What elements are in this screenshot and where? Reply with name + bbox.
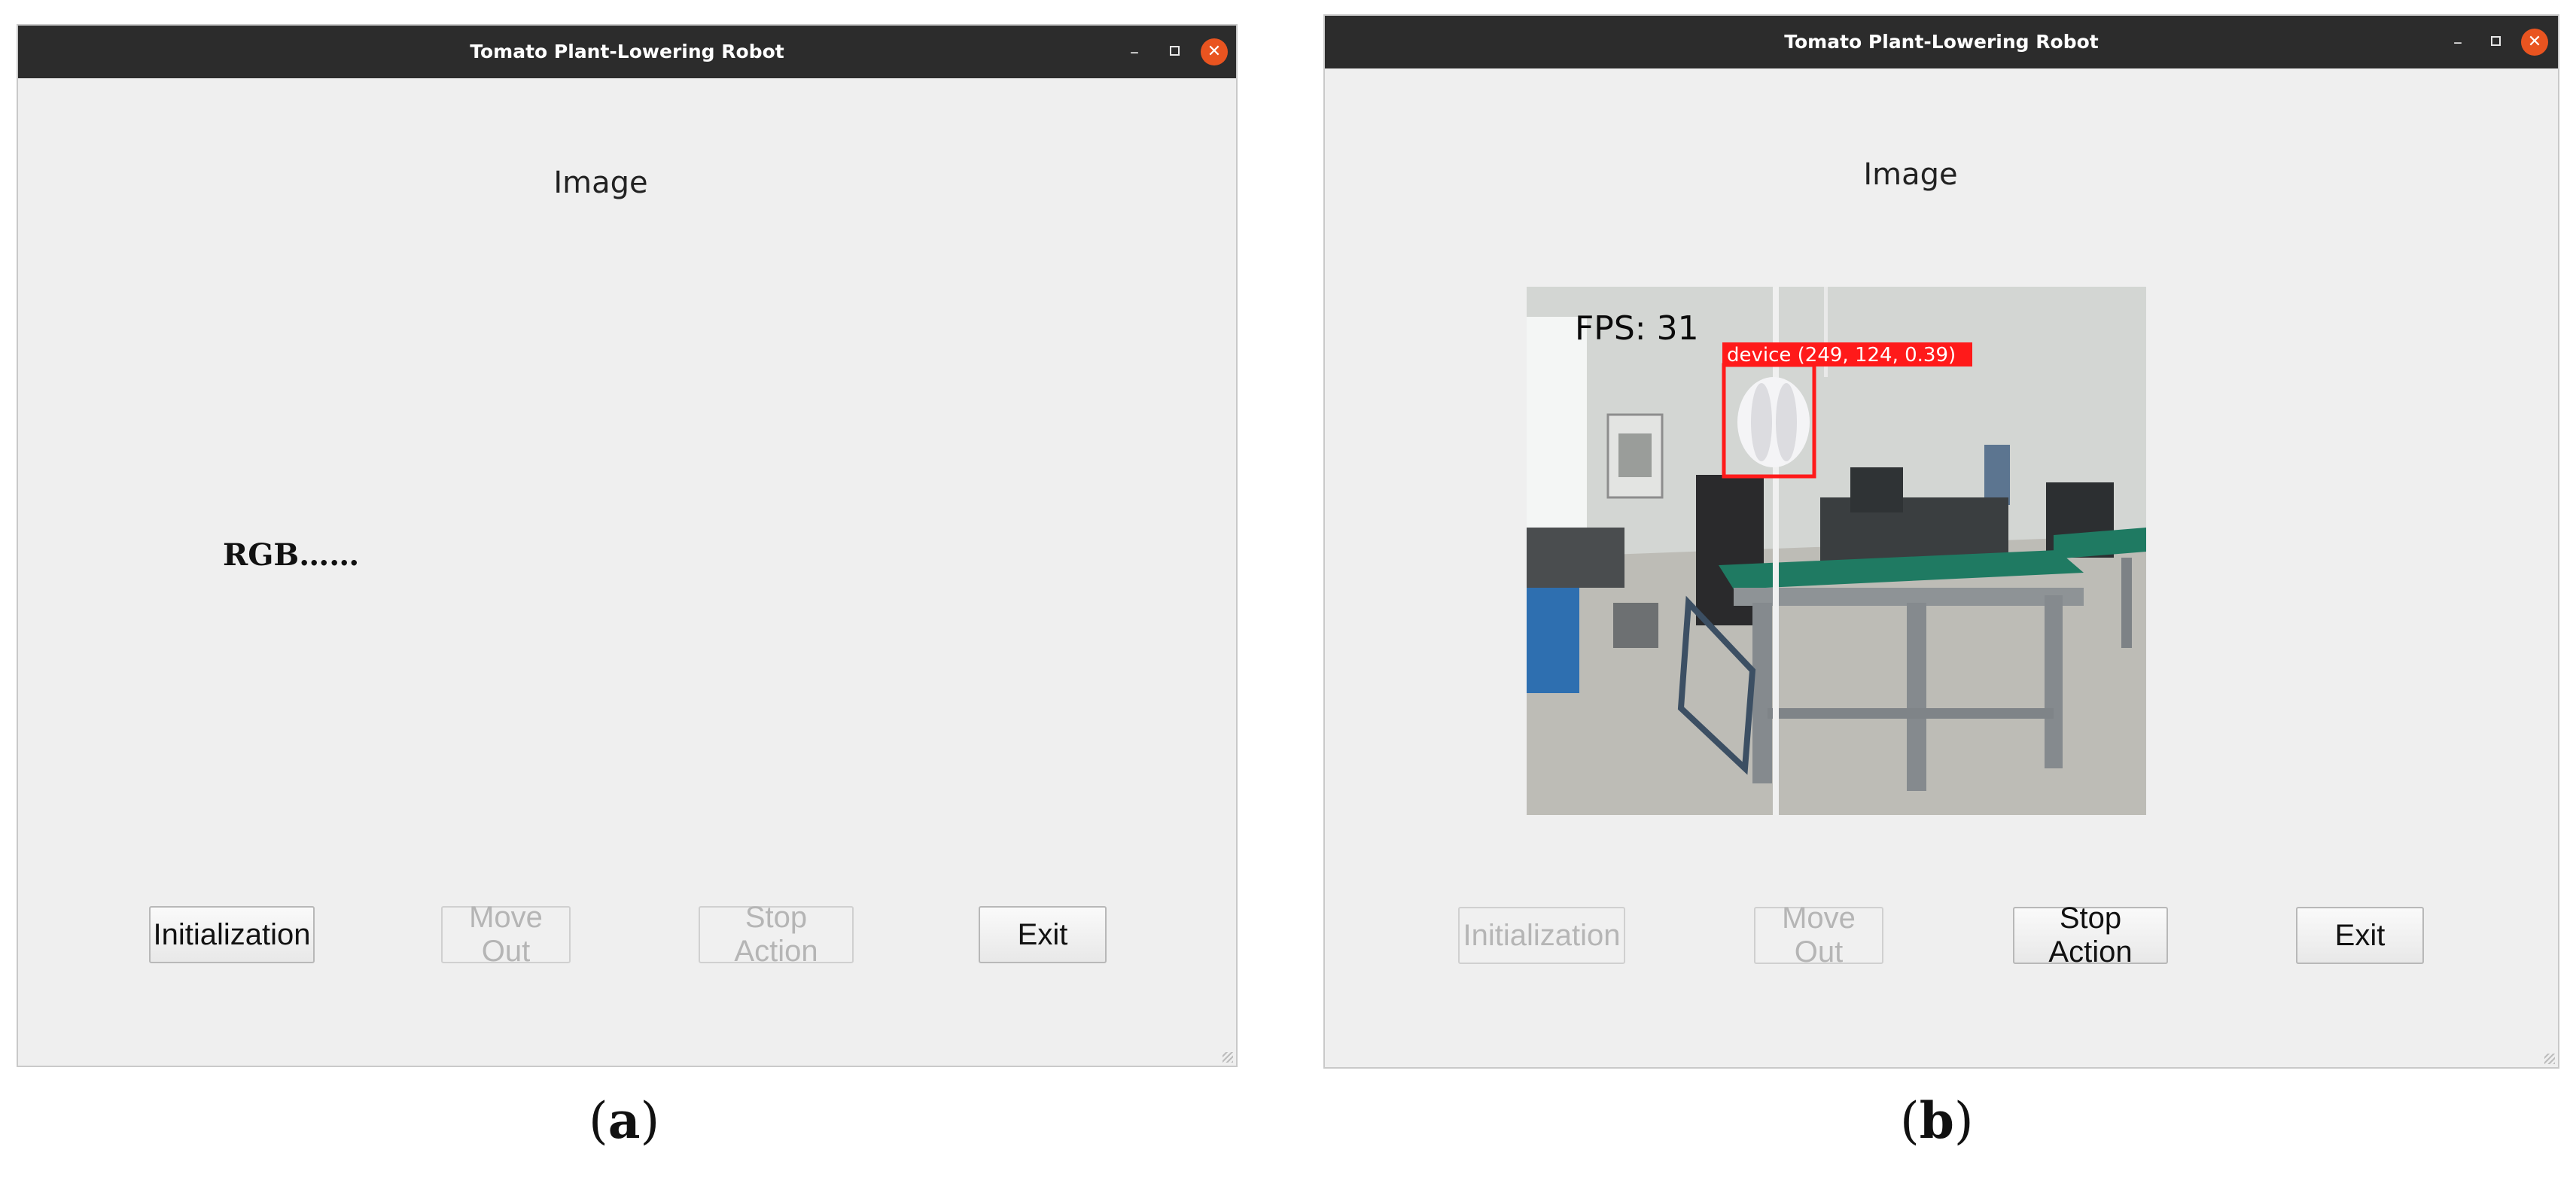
caption-letter: b [1919, 1091, 1954, 1150]
caption-letter: a [607, 1091, 641, 1150]
close-icon[interactable]: ✕ [1201, 38, 1228, 65]
caption-a: (a) [589, 1091, 659, 1150]
image-label: Image [553, 166, 648, 200]
close-icon[interactable]: ✕ [2521, 29, 2548, 56]
app-window-a: Tomato Plant-Lowering Robot – ✕ Image RG… [17, 24, 1238, 1067]
window-title: Tomato Plant-Lowering Robot [1784, 31, 2099, 53]
maximize-icon[interactable] [1170, 46, 1180, 56]
caption-close: ) [1953, 1092, 1974, 1150]
initialization-button[interactable]: Initialization [1458, 907, 1625, 964]
caption-b: (b) [1900, 1091, 1974, 1150]
title-bar[interactable]: Tomato Plant-Lowering Robot – ✕ [1325, 16, 2558, 68]
minimize-icon[interactable]: – [1123, 26, 1146, 78]
initialization-button[interactable]: Initialization [149, 906, 315, 963]
app-window-b: Tomato Plant-Lowering Robot – ✕ Image de… [1323, 14, 2559, 1069]
stop-action-button[interactable]: Stop Action [2013, 902, 2168, 969]
move-out-button[interactable]: Move Out [441, 901, 571, 968]
minimize-icon[interactable]: – [2447, 16, 2469, 68]
resize-grip[interactable] [1223, 1052, 1233, 1063]
exit-button[interactable]: Exit [979, 906, 1107, 963]
detection-label: device (249, 124, 0.39) [1727, 344, 1956, 366]
image-label: Image [1863, 157, 1958, 192]
stop-action-button[interactable]: Stop Action [699, 901, 854, 968]
caption-open: ( [589, 1092, 608, 1150]
camera-feed-image: device (249, 124, 0.39) FPS: 31 [1527, 287, 2146, 815]
move-out-button[interactable]: Move Out [1754, 902, 1883, 969]
title-bar[interactable]: Tomato Plant-Lowering Robot – ✕ [18, 26, 1236, 78]
image-placeholder-text: RGB…… [223, 537, 360, 573]
window-title: Tomato Plant-Lowering Robot [470, 41, 784, 62]
resize-grip[interactable] [2544, 1054, 2555, 1064]
fps-counter: FPS: 31 [1575, 309, 1699, 348]
caption-open: ( [1900, 1092, 1920, 1150]
exit-button[interactable]: Exit [2296, 907, 2424, 964]
caption-close: ) [640, 1092, 660, 1150]
maximize-icon[interactable] [2491, 36, 2501, 46]
